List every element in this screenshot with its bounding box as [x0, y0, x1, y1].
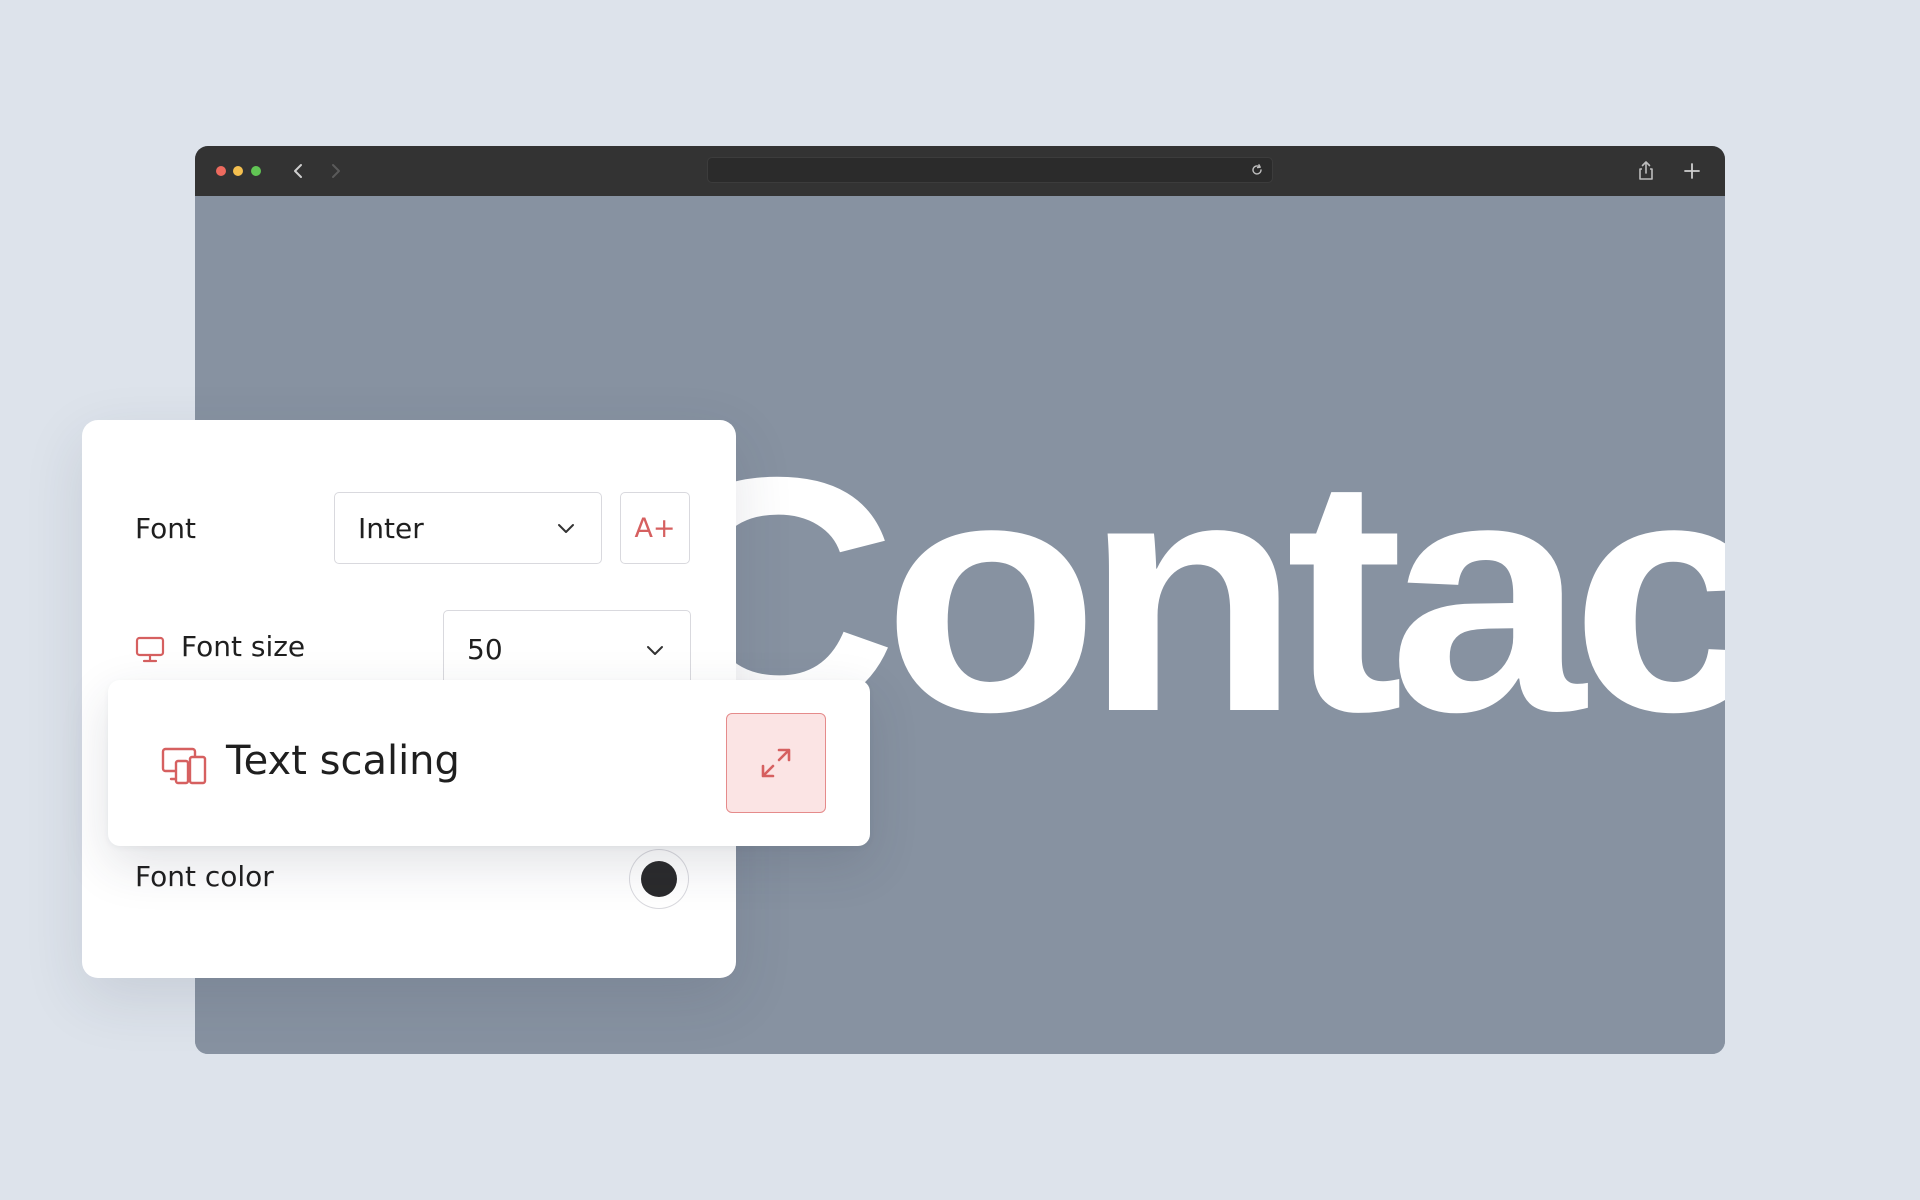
minimize-window-button[interactable] — [233, 166, 243, 176]
font-label: Font — [135, 512, 196, 545]
back-arrow-icon[interactable] — [286, 158, 310, 184]
font-size-label: Font size — [181, 630, 306, 663]
new-tab-icon[interactable] — [1681, 160, 1703, 182]
devices-icon — [161, 747, 207, 785]
chevron-down-icon — [647, 646, 663, 655]
address-bar[interactable] — [707, 157, 1273, 183]
monitor-icon — [135, 636, 165, 663]
forward-arrow-icon[interactable] — [324, 158, 348, 184]
reload-icon[interactable] — [1250, 163, 1264, 177]
share-icon[interactable] — [1635, 159, 1657, 183]
browser-toolbar — [195, 146, 1725, 196]
font-color-fill — [641, 861, 677, 897]
text-scaling-label: Text scaling — [226, 738, 460, 784]
font-dropdown[interactable]: Inter — [334, 492, 602, 564]
chevron-down-icon — [558, 524, 574, 533]
increase-font-button[interactable]: A+ — [620, 492, 690, 564]
text-scaling-card: Text scaling — [108, 680, 870, 846]
font-size-value: 50 — [467, 633, 503, 666]
font-dropdown-value: Inter — [358, 512, 424, 545]
expand-icon — [761, 748, 791, 778]
maximize-window-button[interactable] — [251, 166, 261, 176]
font-color-swatch[interactable] — [630, 850, 688, 908]
font-color-label: Font color — [135, 860, 274, 893]
close-window-button[interactable] — [216, 166, 226, 176]
font-size-dropdown[interactable]: 50 — [443, 610, 691, 690]
expand-button[interactable] — [726, 713, 826, 813]
